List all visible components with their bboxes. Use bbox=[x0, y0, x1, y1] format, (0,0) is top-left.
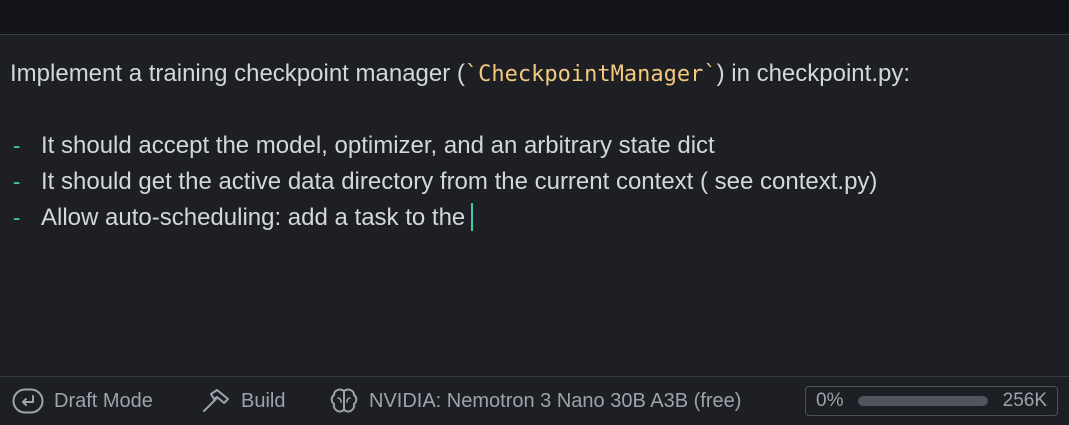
prompt-line-1: Implement a training checkpoint manager … bbox=[10, 59, 910, 90]
text-cursor bbox=[471, 203, 474, 231]
bullet-marker: - bbox=[10, 170, 24, 195]
build-label: Build bbox=[241, 389, 286, 412]
bullet-marker: - bbox=[10, 206, 24, 231]
backtick-open: ` bbox=[464, 62, 479, 87]
prompt-text-suffix: ) in checkpoint.py: bbox=[716, 60, 911, 87]
bullet-text: Allow auto-scheduling: add a task to the bbox=[41, 204, 466, 231]
model-label: NVIDIA: Nemotron 3 Nano 30B A3B (free) bbox=[369, 389, 742, 412]
hammer-icon bbox=[203, 389, 229, 412]
usage-bar bbox=[858, 396, 988, 406]
inline-code: CheckpointManager bbox=[478, 62, 704, 87]
usage-max: 256K bbox=[1002, 390, 1047, 411]
backtick-close: ` bbox=[703, 62, 717, 87]
draft-mode-button[interactable]: Draft Mode bbox=[12, 377, 153, 425]
bullet-item: - Allow auto-scheduling: add a task to th… bbox=[10, 203, 474, 234]
status-bar: Draft Mode Build NVIDIA: Nemotron 3 Nano… bbox=[0, 376, 1069, 425]
bullet-item: - It should accept the model, optimizer, … bbox=[10, 131, 715, 162]
enter-return-icon bbox=[12, 388, 44, 414]
prompt-editor[interactable]: Implement a training checkpoint manager … bbox=[0, 35, 1069, 375]
title-bar bbox=[0, 0, 1069, 35]
bullet-text: It should accept the model, optimizer, a… bbox=[41, 132, 715, 159]
bullet-marker: - bbox=[10, 134, 24, 159]
model-selector[interactable]: NVIDIA: Nemotron 3 Nano 30B A3B (free) bbox=[329, 377, 741, 425]
bullet-text: It should get the active data directory … bbox=[41, 168, 878, 195]
brain-icon bbox=[330, 388, 358, 413]
draft-mode-label: Draft Mode bbox=[54, 389, 153, 412]
build-button[interactable]: Build bbox=[201, 377, 285, 425]
bullet-item: - It should get the active data directory… bbox=[10, 167, 877, 198]
context-usage-meter: 0% 256K bbox=[805, 386, 1058, 416]
usage-percent: 0% bbox=[816, 390, 844, 411]
prompt-text: Implement a training checkpoint manager … bbox=[10, 60, 465, 87]
